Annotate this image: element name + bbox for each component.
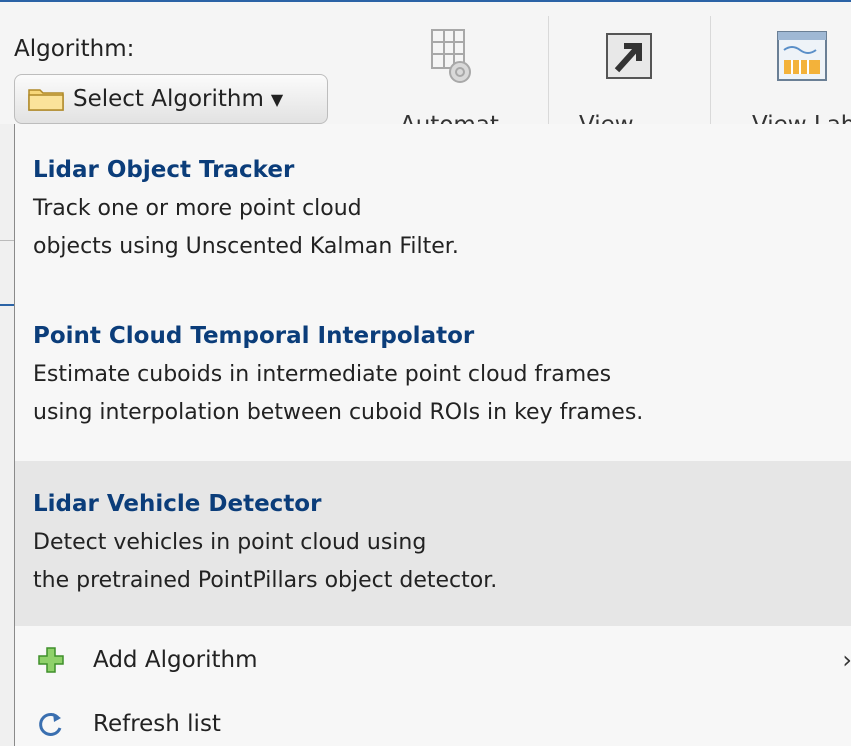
chevron-right-icon: › <box>842 646 851 674</box>
menu-item-title: Lidar Object Tracker <box>33 157 295 183</box>
edge-divider <box>0 304 14 306</box>
add-algorithm-menu-item[interactable]: Add Algorithm › <box>15 630 851 690</box>
refresh-icon <box>39 712 62 736</box>
refresh-list-label: Refresh list <box>93 711 221 737</box>
refresh-list-menu-item[interactable]: Refresh list <box>15 694 851 746</box>
algorithm-dropdown-menu: Lidar Object Tracker Track one or more p… <box>14 124 851 746</box>
menu-item-description: using interpolation between cuboid ROIs … <box>33 400 644 425</box>
menu-item-description: Track one or more point cloud <box>33 196 362 221</box>
menu-item-description: the pretrained PointPillars object detec… <box>33 568 498 593</box>
menu-item-description: Detect vehicles in point cloud using <box>33 530 427 555</box>
menu-item-lidar-object-tracker[interactable]: Lidar Object Tracker Track one or more p… <box>15 150 851 300</box>
edge-divider <box>0 240 14 241</box>
view-labels-button[interactable]: View Lab <box>752 26 851 126</box>
background-window-edge <box>0 124 14 746</box>
add-algorithm-label: Add Algorithm <box>93 647 258 673</box>
menu-item-title: Lidar Vehicle Detector <box>33 491 322 517</box>
automate-button[interactable]: Automate <box>400 26 500 126</box>
plus-icon <box>38 647 64 673</box>
automate-gear-icon <box>431 29 471 83</box>
view-labels-icon <box>777 31 827 81</box>
select-algorithm-button[interactable]: Select Algorithm ▼ <box>14 74 328 124</box>
menu-item-description: Estimate cuboids in intermediate point c… <box>33 362 612 387</box>
menu-item-description: objects using Unscented Kalman Filter. <box>33 234 459 259</box>
toolstrip-divider <box>710 16 711 126</box>
menu-item-lidar-vehicle-detector[interactable]: Lidar Vehicle Detector Detect vehicles i… <box>15 461 851 626</box>
toolstrip: Algorithm: Select Algorithm ▼ Automate V… <box>0 2 851 126</box>
chevron-down-icon: ▼ <box>270 89 284 109</box>
menu-item-point-cloud-temporal-interpolator[interactable]: Point Cloud Temporal Interpolator Estima… <box>15 316 851 461</box>
folder-icon <box>28 89 64 111</box>
select-algorithm-label: Select Algorithm <box>73 86 264 112</box>
algorithm-label: Algorithm: <box>14 36 135 62</box>
menu-item-title: Point Cloud Temporal Interpolator <box>33 323 475 349</box>
toolstrip-divider <box>548 16 549 126</box>
arrow-out-icon <box>606 33 652 79</box>
view-button[interactable]: View <box>579 26 679 126</box>
